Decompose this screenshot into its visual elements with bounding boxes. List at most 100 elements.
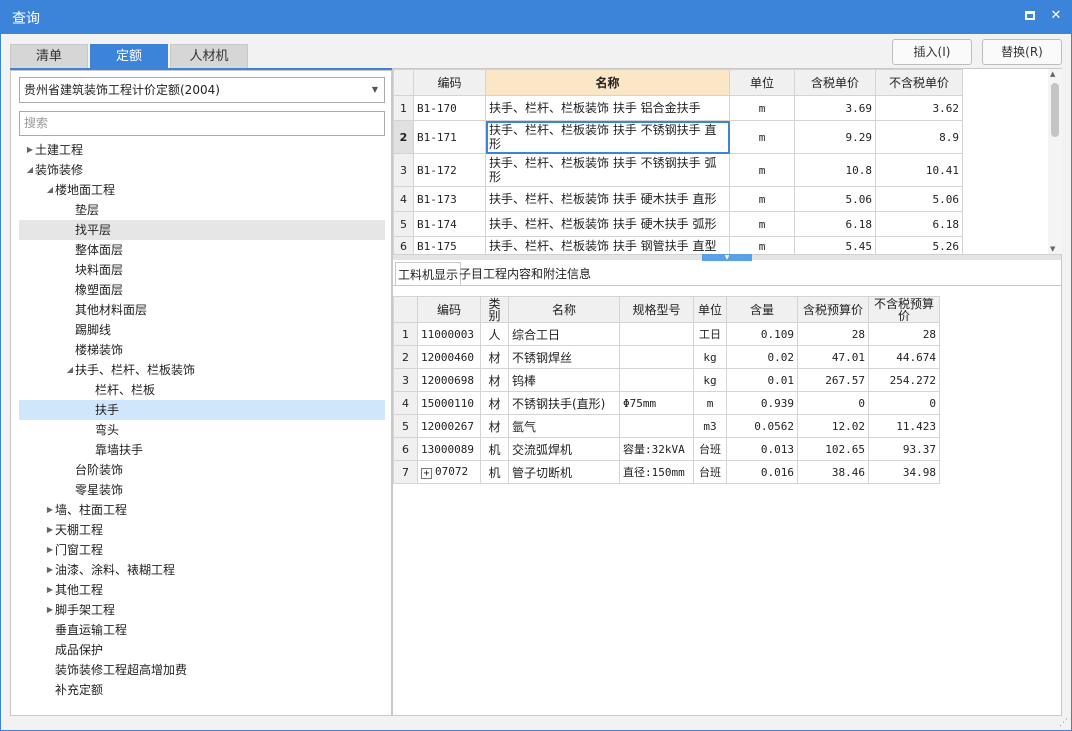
row-number: 7 <box>393 460 418 484</box>
tree-item[interactable]: 补充定额 <box>19 680 385 700</box>
scroll-down-icon[interactable]: ▼ <box>1050 245 1055 253</box>
vertical-scrollbar[interactable]: ▲ ▼ <box>1048 69 1062 254</box>
tree-item-label: 零星装饰 <box>75 483 124 497</box>
header-unit[interactable]: 单位 <box>693 296 727 323</box>
search-input[interactable]: 搜索 <box>19 111 385 136</box>
table-row[interactable]: 3 12000698 材钨棒 kg 0.01 267.57 254.272 <box>393 368 940 392</box>
header-code[interactable]: 编码 <box>417 296 481 323</box>
tree-item[interactable]: ◢ 楼地面工程 <box>19 180 385 200</box>
tree-item[interactable]: 橡塑面层 <box>19 280 385 300</box>
tree-item-label: 其他材料面层 <box>75 303 148 317</box>
header-notax-budget-price[interactable]: 不含税预算价 <box>868 296 940 323</box>
table-row[interactable]: 3 B1-172 扶手、栏杆、栏板装饰 扶手 不锈钢扶手 弧形 m 10.8 10.41 <box>393 153 963 187</box>
tree-item-label: 台阶装饰 <box>75 463 124 477</box>
header-code[interactable]: 编码 <box>413 69 486 96</box>
header-name[interactable]: 名称 <box>485 69 730 96</box>
tree-item[interactable]: ◢ 装饰装修 <box>19 160 385 180</box>
right-panel: 编码 名称 单位 含税单价 不含税单价 1 B1-170 扶手、栏杆、栏板装饰 扶手… <box>392 68 1062 716</box>
table-row[interactable]: 2 12000460 材不锈钢焊丝 kg 0.02 47.01 44.674 <box>393 345 940 369</box>
tab-quota[interactable]: 定额 <box>90 44 168 69</box>
tree-item[interactable]: 垫层 <box>19 200 385 220</box>
tree-item[interactable]: 楼梯装饰 <box>19 340 385 360</box>
tree-item[interactable]: 找平层 <box>19 220 385 240</box>
table-row[interactable]: 2 B1-171 扶手、栏杆、栏板装饰 扶手 不锈钢扶手 直形 m 9.29 8.9 <box>393 120 963 154</box>
replace-button[interactable]: 替换(R) <box>982 39 1062 65</box>
expand-plus-icon[interactable]: + <box>421 468 432 479</box>
header-unit[interactable]: 单位 <box>729 69 795 96</box>
tree-item[interactable]: ▶ 油漆、涂料、裱糊工程 <box>19 560 385 580</box>
tree-item[interactable]: ◢ 扶手、栏杆、栏板装饰 <box>19 360 385 380</box>
tab-resource-display[interactable]: 工料机显示 <box>395 262 462 286</box>
tree-item[interactable]: ▶ 土建工程 <box>19 140 385 160</box>
notax-budget-price: 34.98 <box>868 460 940 484</box>
tree-item[interactable]: 其他材料面层 <box>19 300 385 320</box>
pane-splitter[interactable]: ▼ <box>393 254 1061 261</box>
tree-item[interactable]: ▶ 墙、柱面工程 <box>19 500 385 520</box>
header-spec[interactable]: 规格型号 <box>619 296 694 323</box>
close-icon[interactable]: ✕ <box>1048 8 1064 24</box>
header-type[interactable]: 类别 <box>480 296 509 323</box>
header-quantity[interactable]: 含量 <box>726 296 798 323</box>
tab-labor-material-machine[interactable]: 人材机 <box>170 44 248 69</box>
expand-arrow-icon[interactable]: ▶ <box>25 140 35 160</box>
tree-item[interactable]: ▶ 门窗工程 <box>19 540 385 560</box>
scroll-up-icon[interactable]: ▲ <box>1050 70 1055 78</box>
notax-price: 8.9 <box>875 120 963 154</box>
tree-item-label: 楼地面工程 <box>55 183 116 197</box>
tree-item-label: 栏杆、栏板 <box>95 383 156 397</box>
resize-grip-icon[interactable]: ⋰ <box>1059 718 1068 728</box>
tree-item[interactable]: 弯头 <box>19 420 385 440</box>
header-tax-budget-price[interactable]: 含税预算价 <box>797 296 869 323</box>
tree-item[interactable]: 零星装饰 <box>19 480 385 500</box>
scrollbar-thumb[interactable] <box>1051 83 1059 137</box>
tree-item[interactable]: ▶ 脚手架工程 <box>19 600 385 620</box>
table-row[interactable]: 1 11000003 人综合工日 工日 0.109 28 28 <box>393 322 940 346</box>
table-row[interactable]: 5 12000267 材氩气 m3 0.0562 12.02 11.423 <box>393 414 940 438</box>
tree-item-label: 靠墙扶手 <box>95 443 144 457</box>
tree-item[interactable]: 块料面层 <box>19 260 385 280</box>
tree-item[interactable]: 装饰装修工程超高增加费 <box>19 660 385 680</box>
resource-code: 15000110 <box>417 391 481 415</box>
tax-price: 5.06 <box>794 186 876 212</box>
table-row[interactable]: 7 +07072 机管子切断机 直径:150mm 台班 0.016 38.46 34.98 <box>393 460 940 484</box>
resource-type: 人 <box>480 322 509 346</box>
table-row[interactable]: 5 B1-174 扶手、栏杆、栏板装饰 扶手 硬木扶手 弧形 m 6.18 6.18 <box>393 211 963 237</box>
tree-item[interactable]: ▶ 其他工程 <box>19 580 385 600</box>
tab-bill[interactable]: 清单 <box>10 44 88 69</box>
tree-item[interactable]: ▶ 天棚工程 <box>19 520 385 540</box>
expand-arrow-icon[interactable]: ▶ <box>45 560 55 580</box>
header-notax-price[interactable]: 不含税单价 <box>875 69 963 96</box>
collapse-arrow-icon[interactable]: ◢ <box>65 360 75 380</box>
tree-item-label: 垂直运输工程 <box>55 623 128 637</box>
expand-arrow-icon[interactable]: ▶ <box>45 580 55 600</box>
tree-item[interactable]: 踢脚线 <box>19 320 385 340</box>
table-row[interactable]: 4 B1-173 扶手、栏杆、栏板装饰 扶手 硬木扶手 直形 m 5.06 5.06 <box>393 186 963 212</box>
table-row[interactable]: 6 B1-175 扶手、栏杆、栏板装饰 扶手 钢管扶手 直型 m 5.45 5.26 <box>393 236 963 256</box>
tree-item[interactable]: 靠墙扶手 <box>19 440 385 460</box>
tree-item[interactable]: 台阶装饰 <box>19 460 385 480</box>
tree-item[interactable]: 垂直运输工程 <box>19 620 385 640</box>
expand-arrow-icon[interactable]: ▶ <box>45 600 55 620</box>
resource-type: 材 <box>480 391 509 415</box>
title-bar: 查询 ✕ <box>0 0 1072 34</box>
collapse-arrow-icon[interactable]: ◢ <box>45 180 55 200</box>
table-row[interactable]: 4 15000110 材不锈钢扶手(直形) Φ75mm m 0.939 0 0 <box>393 391 940 415</box>
expand-arrow-icon[interactable]: ▶ <box>45 540 55 560</box>
notax-budget-price: 44.674 <box>868 345 940 369</box>
insert-button[interactable]: 插入(I) <box>892 39 972 65</box>
tab-work-content-notes[interactable]: 子目工程内容和附注信息 <box>459 262 591 286</box>
tree-item[interactable]: 扶手 <box>19 400 385 420</box>
expand-arrow-icon[interactable]: ▶ <box>45 500 55 520</box>
table-row[interactable]: 6 13000089 机交流弧焊机 容量:32kVA 台班 0.013 102.65 93.3… <box>393 437 940 461</box>
tree-item[interactable]: 成品保护 <box>19 640 385 660</box>
expand-arrow-icon[interactable]: ▶ <box>45 520 55 540</box>
tree-item[interactable]: 栏杆、栏板 <box>19 380 385 400</box>
quota-library-select[interactable]: 贵州省建筑装饰工程计价定额(2004) ▼ <box>19 77 385 103</box>
maximize-icon[interactable] <box>1022 8 1038 24</box>
collapse-arrow-icon[interactable]: ▼ <box>702 254 752 261</box>
tree-item[interactable]: 整体面层 <box>19 240 385 260</box>
collapse-arrow-icon[interactable]: ◢ <box>25 160 35 180</box>
header-tax-price[interactable]: 含税单价 <box>794 69 876 96</box>
table-row[interactable]: 1 B1-170 扶手、栏杆、栏板装饰 扶手 铝合金扶手 m 3.69 3.62 <box>393 95 963 121</box>
header-name[interactable]: 名称 <box>508 296 620 323</box>
